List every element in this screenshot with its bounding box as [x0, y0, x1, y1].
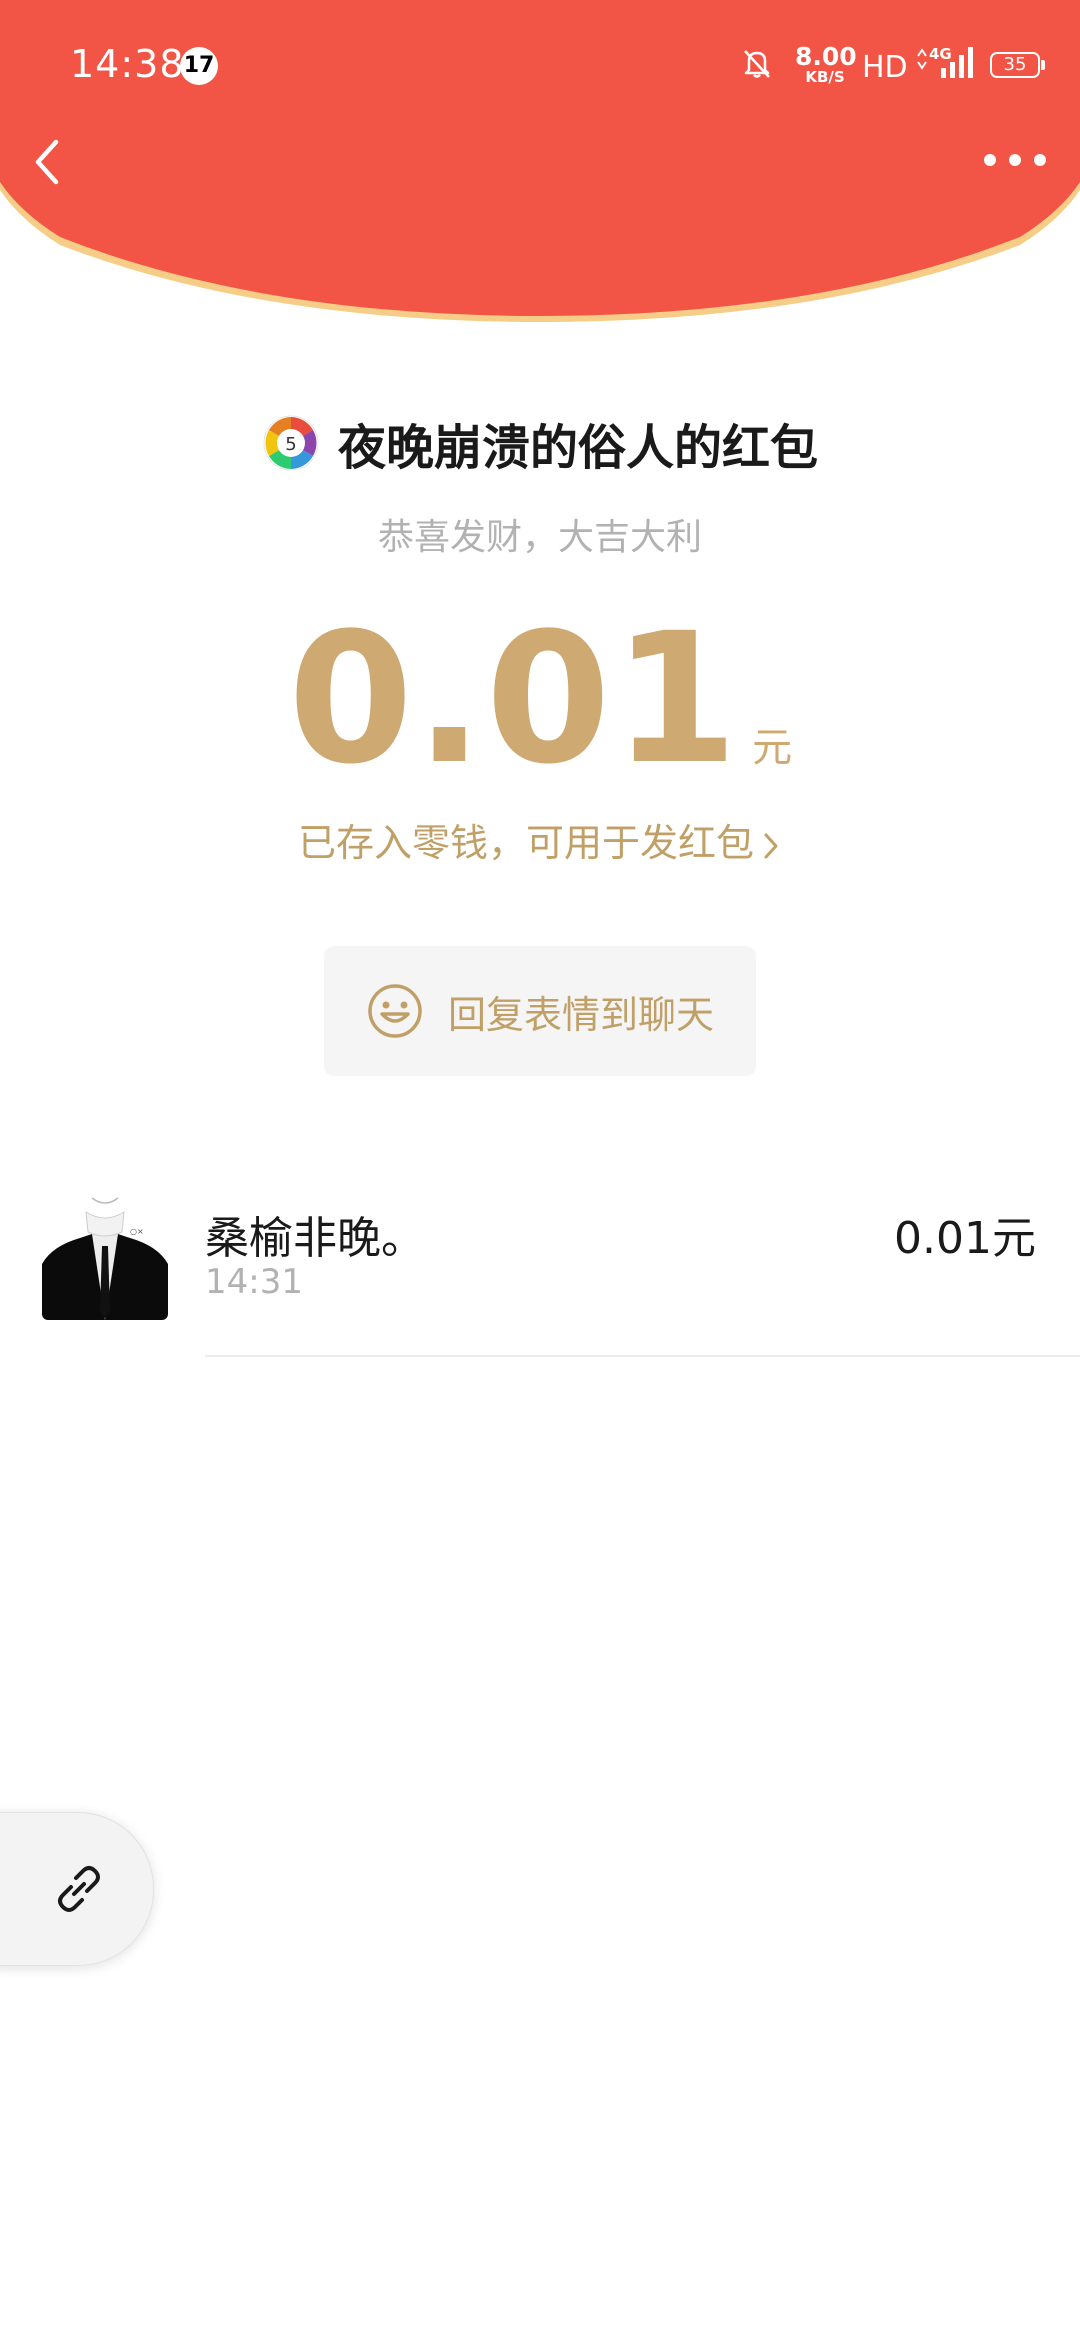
network-speed-value: 8.00 — [795, 42, 857, 71]
amount-unit: 元 — [752, 725, 793, 771]
smiley-icon — [368, 984, 422, 1038]
network-speed-unit: KB/S — [805, 68, 845, 86]
chevron-left-icon[interactable] — [20, 130, 80, 190]
floating-link-button[interactable] — [0, 1812, 154, 1966]
battery-indicator: 35 — [990, 52, 1045, 78]
amount-value: 0.01 — [287, 595, 741, 804]
hd-label: HD — [862, 50, 908, 85]
sender-avatar[interactable]: 5 — [262, 414, 320, 472]
blessing-text: 恭喜发财，大吉大利 — [377, 517, 702, 558]
network-type-label: 4G — [929, 45, 952, 63]
amount-display: 0.01 元 — [0, 610, 1080, 790]
list-divider — [205, 1355, 1080, 1357]
status-bar: 14:38 17 8.00 KB/S HD 4G 35 — [0, 0, 1080, 120]
deposit-note-link[interactable]: 已存入零钱，可用于发红包 — [0, 812, 1080, 867]
receiver-list-item[interactable]: ○× 桑榆非晚。 14:31 0.01元 — [0, 1190, 1080, 1358]
sender-row: 5 夜晚崩溃的俗人的红包 — [0, 408, 1080, 478]
more-dots-icon[interactable] — [980, 140, 1050, 180]
notification-count-badge: 17 — [180, 47, 218, 85]
chevron-right-icon — [764, 833, 778, 858]
reply-sticker-label: 回复表情到聊天 — [447, 992, 714, 1037]
svg-text:5: 5 — [285, 434, 296, 455]
receiver-time: 14:31 — [205, 1262, 303, 1302]
receiver-amount: 0.01元 — [894, 1213, 1036, 1264]
sender-title: 夜晚崩溃的俗人的红包 — [337, 420, 818, 476]
network-speed: 8.00 KB/S — [795, 42, 857, 86]
receiver-avatar[interactable]: ○× — [42, 1194, 168, 1320]
mute-bell-icon — [744, 50, 770, 78]
signal-strength-icon: 4G — [917, 45, 973, 78]
deposit-note-text: 已存入零钱，可用于发红包 — [297, 821, 754, 865]
status-time: 14:38 — [70, 42, 185, 86]
link-icon — [58, 1866, 100, 1912]
red-packet-detail-page: 14:38 17 8.00 KB/S HD 4G 35 5 夜晚崩溃的俗人的红包… — [0, 0, 1080, 2340]
svg-text:○×: ○× — [130, 1227, 144, 1236]
reply-sticker-button[interactable]: 回复表情到聊天 — [324, 946, 756, 1076]
receiver-name: 桑榆非晚。 — [205, 1213, 425, 1264]
